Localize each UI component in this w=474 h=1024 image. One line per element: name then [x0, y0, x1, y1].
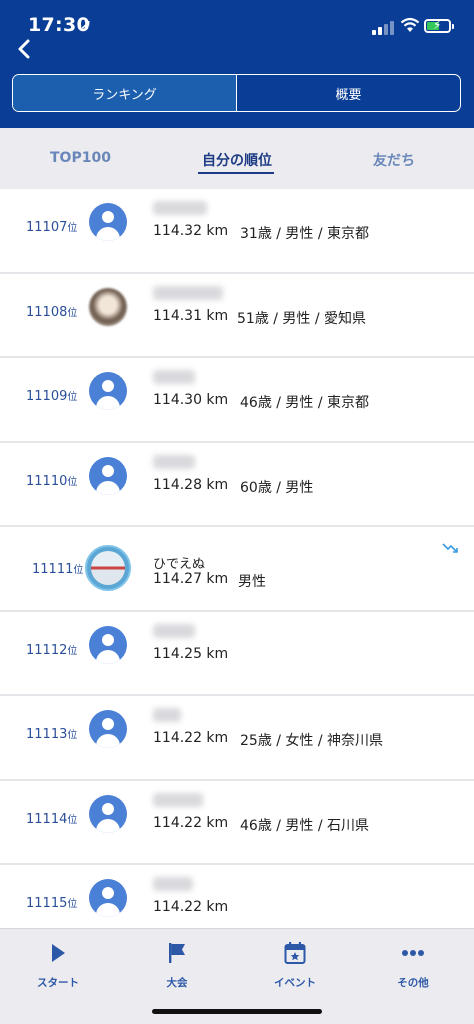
distance: 114.27 km: [153, 571, 229, 587]
ranking-row[interactable]: 11112位 114.25 km: [0, 611, 474, 696]
ranking-row[interactable]: 11107位 114.32 km 31歳 / 男性 / 東京都: [0, 189, 474, 274]
rank-number: 11114位: [26, 811, 78, 827]
user-meta: 25歳 / 女性 / 神奈川県: [240, 733, 384, 749]
user-name: ひでえぬ: [153, 557, 206, 572]
tab-race[interactable]: 大会: [137, 941, 217, 990]
rank-number: 11110位: [26, 473, 78, 489]
tab-friends[interactable]: 友だち: [373, 150, 415, 170]
rank-number: 11107位: [26, 220, 78, 235]
avatar: [89, 203, 127, 241]
header: 17:30 ➚ ⚡ ランキング 概要: [0, 0, 474, 128]
more-icon: [402, 950, 424, 956]
distance: 114.22 km: [153, 730, 229, 746]
avatar: [89, 372, 127, 410]
distance: 114.31 km: [153, 307, 229, 324]
user-meta: 51歳 / 男性 / 愛知県: [237, 310, 367, 327]
blurred-name: [153, 708, 181, 722]
ranking-row[interactable]: 11114位 114.22 km 46歳 / 男性 / 石川県: [0, 780, 474, 865]
user-meta: 男性: [238, 574, 266, 590]
segment-ranking[interactable]: ランキング: [13, 75, 237, 111]
avatar: [89, 625, 127, 664]
blurred-name: [153, 285, 223, 300]
distance: 114.30 km: [153, 392, 229, 408]
tab-other[interactable]: その他: [373, 941, 453, 990]
user-meta: 46歳 / 男性 / 東京都: [240, 395, 370, 411]
location-icon: ➚: [80, 17, 92, 33]
ranking-row-self[interactable]: 11111位 ひでえぬ 114.27 km 男性: [0, 527, 474, 612]
tab-other-label: その他: [397, 977, 429, 989]
trend-down-icon: [442, 543, 458, 553]
avatar: [89, 710, 127, 748]
distance: 114.22 km: [153, 899, 229, 915]
tab-start[interactable]: スタート: [18, 941, 98, 990]
user-meta: 31歳 / 男性 / 東京都: [240, 226, 370, 242]
avatar: [89, 794, 127, 833]
tab-my-rank[interactable]: 自分の順位: [202, 150, 272, 170]
ranking-row[interactable]: 11110位 114.28 km 60歳 / 男性: [0, 442, 474, 527]
blurred-name: [153, 877, 193, 891]
avatar: [89, 879, 127, 917]
blurred-name: [153, 370, 195, 384]
calendar-star-icon: [284, 942, 306, 964]
rank-number: 11108位: [26, 304, 78, 320]
ranking-row[interactable]: 11113位 114.22 km 25歳 / 女性 / 神奈川県: [0, 696, 474, 781]
user-meta: 60歳 / 男性: [240, 479, 314, 496]
active-tab-underline: [198, 172, 274, 174]
blurred-name: [153, 454, 195, 469]
tab-event[interactable]: イベント: [255, 941, 335, 990]
user-meta: 46歳 / 男性 / 石川県: [240, 817, 370, 834]
blurred-name: [153, 792, 203, 807]
rank-number: 11112位: [26, 642, 78, 658]
rank-number: 11113位: [26, 727, 78, 742]
tab-start-label: スタート: [37, 977, 79, 989]
segment-overview[interactable]: 概要: [237, 75, 460, 111]
rank-number: 11109位: [26, 389, 78, 404]
avatar: [89, 456, 127, 495]
cellular-signal-icon: [372, 21, 394, 35]
distance: 114.28 km: [153, 476, 229, 493]
rank-number: 11111位: [32, 562, 84, 577]
ranking-list: 11107位 114.32 km 31歳 / 男性 / 東京都 11108位 1…: [0, 189, 474, 950]
tab-event-label: イベント: [274, 977, 316, 989]
distance: 114.25 km: [153, 645, 229, 662]
home-indicator[interactable]: [152, 1009, 322, 1014]
rank-number: 11115位: [26, 896, 78, 911]
status-bar: 17:30 ➚ ⚡: [0, 0, 474, 44]
segment-control: ランキング 概要: [12, 74, 461, 112]
blurred-name: [153, 201, 207, 215]
sub-tabs: TOP100 自分の順位 友だち: [0, 128, 474, 189]
distance: 114.32 km: [153, 223, 229, 239]
avatar: [89, 287, 127, 326]
blurred-name: [153, 623, 195, 638]
avatar: [85, 545, 131, 591]
ranking-row[interactable]: 11109位 114.30 km 46歳 / 男性 / 東京都: [0, 358, 474, 443]
play-icon: [52, 944, 65, 962]
wifi-icon: [400, 17, 420, 32]
back-chevron-icon[interactable]: [14, 38, 36, 60]
flag-icon: [169, 943, 185, 963]
ranking-row[interactable]: 11108位 114.31 km 51歳 / 男性 / 愛知県: [0, 273, 474, 358]
tab-top100[interactable]: TOP100: [50, 150, 111, 166]
battery-icon: ⚡: [424, 18, 454, 33]
tab-race-label: 大会: [166, 977, 188, 989]
distance: 114.22 km: [153, 814, 229, 831]
